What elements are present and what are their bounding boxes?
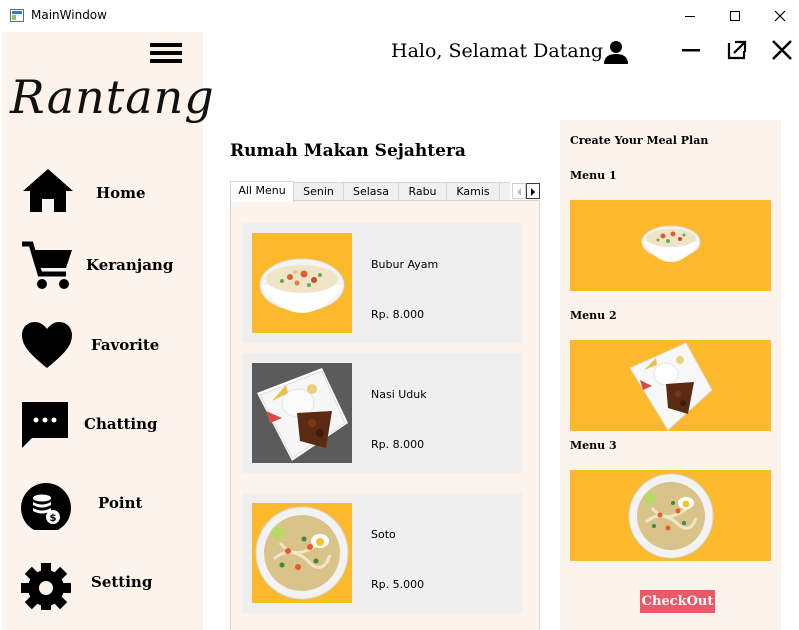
tab-all-menu[interactable]: All Menu — [230, 181, 294, 202]
window-maximize-button[interactable] — [712, 0, 758, 32]
sidebar-item-label: Chatting — [84, 415, 158, 433]
sidebar: Rantang Home Keranjang Favorite Chatting — [2, 32, 214, 630]
window-close-button[interactable] — [757, 0, 799, 32]
meal-slot-3-image[interactable] — [570, 470, 771, 561]
window-minimize-button[interactable] — [667, 0, 713, 32]
app-logo: Rantang — [10, 70, 215, 124]
window-title: MainWindow — [31, 8, 107, 22]
tab-scroll-buttons — [510, 181, 542, 201]
day-tabs: All Menu Senin Selasa Rabu Kamis — [230, 181, 542, 202]
nasi-uduk-image — [252, 363, 352, 463]
svg-text:$: $ — [50, 513, 57, 524]
sidebar-item-label: Keranjang — [86, 256, 174, 274]
menu-card[interactable]: Nasi Uduk Rp. 8.000 — [242, 353, 522, 473]
heart-icon — [22, 322, 72, 368]
app-close-icon[interactable] — [770, 38, 794, 62]
menu-item-price: Rp. 5.000 — [371, 578, 425, 591]
menu-card[interactable]: Bubur Ayam Rp. 8.000 — [242, 223, 522, 343]
tab-kamis[interactable]: Kamis — [446, 182, 500, 201]
meal-slot-label: Menu 1 — [570, 169, 617, 182]
app-window-icon — [10, 9, 24, 22]
menu-item-price: Rp. 8.000 — [371, 308, 425, 321]
popout-icon[interactable] — [725, 38, 749, 62]
sidebar-item-keranjang[interactable]: Keranjang — [2, 234, 203, 294]
menu-item-name: Soto — [371, 528, 396, 541]
greeting-text: Halo, Selamat Datang — [391, 40, 604, 62]
sidebar-item-chatting[interactable]: Chatting — [2, 394, 203, 454]
chevron-left-icon — [517, 188, 521, 196]
chat-icon — [22, 402, 68, 448]
window-titlebar: MainWindow — [0, 0, 799, 32]
minimize-icon — [685, 16, 695, 17]
home-icon — [23, 169, 73, 212]
meal-slot-label: Menu 2 — [570, 309, 617, 322]
sidebar-item-favorite[interactable]: Favorite — [2, 314, 203, 374]
sidebar-item-home[interactable]: Home — [2, 160, 203, 220]
meal-plan-panel: Create Your Meal Plan Menu 1 Menu 2 Menu… — [560, 120, 781, 630]
bubur-ayam-image — [252, 233, 352, 333]
menu-item-name: Nasi Uduk — [371, 388, 427, 401]
chevron-right-icon — [531, 188, 535, 196]
meal-slot-1-image[interactable] — [570, 200, 771, 291]
meal-plan-title: Create Your Meal Plan — [570, 134, 709, 147]
coins-icon: $ — [21, 483, 71, 530]
sidebar-item-label: Point — [98, 494, 143, 512]
sidebar-item-point[interactable]: $ Point — [2, 474, 203, 534]
meal-slot-2-image[interactable] — [570, 340, 771, 431]
sidebar-item-label: Setting — [91, 573, 153, 591]
checkout-button[interactable]: CheckOut — [640, 590, 715, 613]
sidebar-item-setting[interactable]: Setting — [2, 554, 203, 614]
tab-senin[interactable]: Senin — [293, 182, 344, 201]
sidebar-item-label: Home — [96, 184, 146, 202]
tab-scroll-right-button[interactable] — [526, 183, 540, 199]
maximize-icon — [730, 11, 740, 21]
soto-image — [252, 503, 352, 603]
tab-rabu[interactable]: Rabu — [398, 182, 447, 201]
cart-icon — [22, 241, 72, 289]
restaurant-name: Rumah Makan Sejahtera — [230, 141, 466, 161]
menu-item-name: Bubur Ayam — [371, 258, 439, 271]
menu-card[interactable]: Soto Rp. 5.000 — [242, 493, 522, 613]
meal-slot-label: Menu 3 — [570, 439, 617, 452]
hamburger-menu-icon[interactable] — [150, 43, 182, 71]
tab-selasa[interactable]: Selasa — [343, 182, 399, 201]
menu-list-panel: Bubur Ayam Rp. 8.000 Nasi Uduk Rp. 8.000 — [230, 200, 540, 630]
tab-scroll-left-button[interactable] — [512, 183, 526, 199]
sidebar-item-label: Favorite — [91, 336, 160, 354]
app-minimize-icon[interactable] — [680, 38, 704, 62]
user-icon[interactable] — [604, 40, 628, 64]
gear-icon — [21, 563, 71, 610]
menu-item-price: Rp. 8.000 — [371, 438, 425, 451]
close-icon — [774, 10, 786, 22]
